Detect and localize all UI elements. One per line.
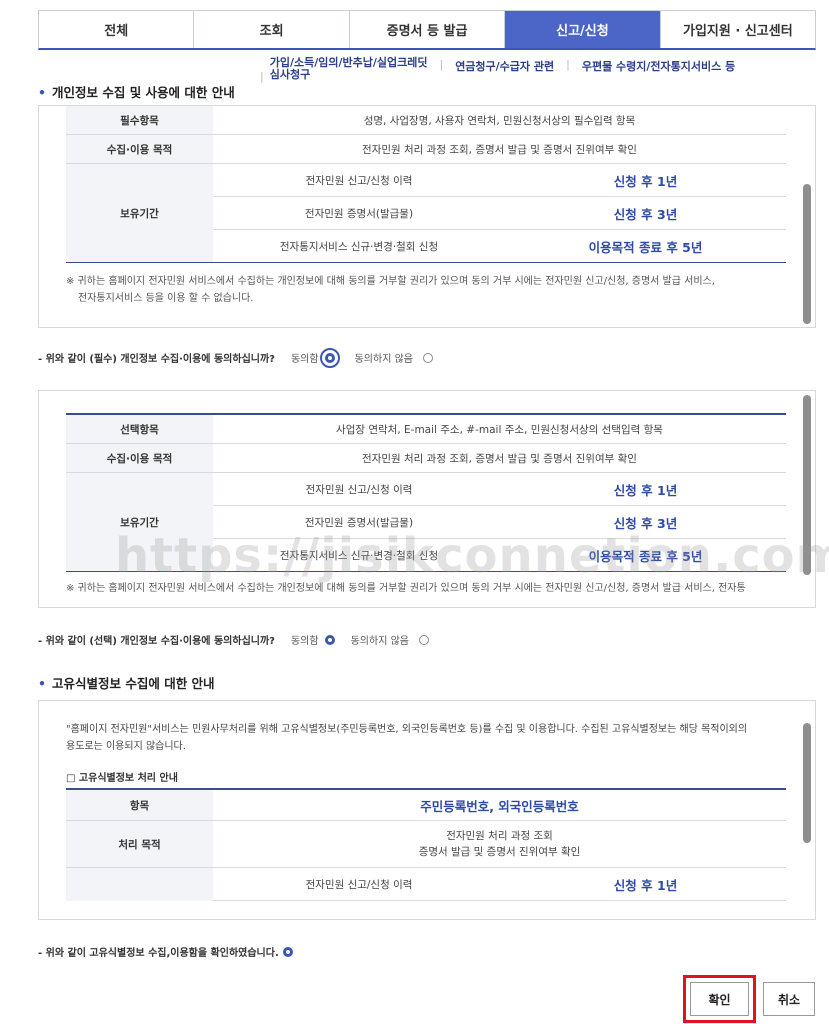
purpose-value: 전자민원 처리 과정 조회 증명서 발급 및 증명서 진위여부 확인 xyxy=(213,820,786,868)
section-title: 개인정보 수집 및 사용에 대한 안내 xyxy=(52,85,235,100)
optional-consent-row: - 위와 같이 (선택) 개인정보 수집·이용에 동의하십니까? 동의함 동의하… xyxy=(38,632,429,647)
cancel-button[interactable]: 취소 xyxy=(763,982,815,1016)
sublink-mail-address[interactable]: 우편물 수령지/전자통지서비스 등 xyxy=(582,58,735,83)
sublink-pension-claim[interactable]: 연금청구/수급자 관련 xyxy=(455,58,554,83)
optional-items-value: 사업장 연락처, E-mail 주소, #-mail 주소, 민원신청서상의 선… xyxy=(213,414,786,444)
disagree-radio[interactable] xyxy=(422,352,433,363)
disagree-label: 동의하지 않음 xyxy=(350,636,409,647)
purpose-header: 처리 목적 xyxy=(66,820,213,868)
retention-header xyxy=(66,867,213,901)
disagree-option[interactable]: 동의하지 않음 xyxy=(351,632,429,647)
watermark: https://jisikconnetion.com/ xyxy=(115,528,829,584)
required-items-header: 필수항목 xyxy=(66,106,213,135)
scrollbar-thumb[interactable] xyxy=(803,723,811,843)
purpose-header: 수집·이용 목적 xyxy=(66,443,213,473)
confirm-button[interactable]: 확인 xyxy=(690,982,749,1016)
unique-id-box[interactable]: "홈페이지 전자민원"서비스는 민원사무처리를 위해 고유식별정보(주민등록번호… xyxy=(38,700,816,920)
retention-period: 신청 후 1년 xyxy=(505,472,786,506)
retention-desc: 전자민원 증명서(발급물) xyxy=(213,196,505,230)
agree-option[interactable]: 동의함 xyxy=(290,347,340,368)
consent-question: - 위와 같이 (필수) 개인정보 수집·이용에 동의하십니까? xyxy=(38,354,275,365)
divider: | xyxy=(439,58,444,71)
unique-id-intro: "홈페이지 전자민원"서비스는 민원사무처리를 위해 고유식별정보(주민등록번호… xyxy=(66,721,815,755)
sublink-enrollment-line2: 심사청구 xyxy=(269,68,311,81)
top-tab-bar: 전체 조회 증명서 등 발급 신고/신청 가입지원 · 신고센터 xyxy=(38,10,816,50)
unique-id-confirm-row: - 위와 같이 고유식별정보 수집,이용함을 확인하였습니다. xyxy=(38,944,293,959)
agree-label: 동의함 xyxy=(290,636,319,647)
sublink-enrollment[interactable]: | 가입/소득/임의/반추납/실업크레딧 심사청구 xyxy=(260,56,428,83)
purpose-line: 전자민원 처리 과정 조회 xyxy=(446,830,553,842)
retention-header: 보유기간 xyxy=(66,163,213,263)
intro-line: "홈페이지 전자민원"서비스는 민원사무처리를 위해 고유식별정보(주민등록번호… xyxy=(66,724,748,735)
purpose-line: 증명서 발급 및 증명서 진위여부 확인 xyxy=(418,846,581,858)
agree-radio[interactable] xyxy=(319,347,340,368)
purpose-value: 전자민원 처리 과정 조회, 증명서 발급 및 증명서 진위여부 확인 xyxy=(213,443,786,473)
tab-inquiry[interactable]: 조회 xyxy=(194,11,350,48)
optional-items-header: 선택항목 xyxy=(66,414,213,444)
disagree-label: 동의하지 않음 xyxy=(354,354,413,365)
section-heading-unique-id: • 고유식별정보 수집에 대한 안내 xyxy=(38,673,215,692)
notice-line: ※ 귀하는 홈페이지 전자민원 서비스에서 수집하는 개인정보에 대해 동의를 … xyxy=(66,276,715,287)
section-heading-personal-info: • 개인정보 수집 및 사용에 대한 안내 xyxy=(38,82,235,101)
retention-period: 이용목적 종료 후 5년 xyxy=(505,229,786,263)
retention-desc: 전자민원 신고/신청 이력 xyxy=(213,867,505,901)
retention-period: 신청 후 1년 xyxy=(505,867,786,901)
scrollbar-thumb[interactable] xyxy=(803,184,811,324)
confirm-question: - 위와 같이 고유식별정보 수집,이용함을 확인하였습니다. xyxy=(38,948,279,959)
bullet-icon: • xyxy=(38,676,46,691)
purpose-value: 전자민원 처리 과정 조회, 증명서 발급 및 증명서 진위여부 확인 xyxy=(213,134,786,164)
retention-desc: 전자통지서비스 신규·변경·철회 신청 xyxy=(213,229,505,263)
retention-period: 신청 후 1년 xyxy=(505,163,786,197)
tab-support-center[interactable]: 가입지원 · 신고센터 xyxy=(660,11,816,48)
required-notice: ※ 귀하는 홈페이지 전자민원 서비스에서 수집하는 개인정보에 대해 동의를 … xyxy=(66,273,815,307)
required-items-value: 성명, 사업장명, 사용자 연락처, 민원신청서상의 필수입력 항목 xyxy=(213,106,786,135)
agree-radio[interactable] xyxy=(324,634,335,645)
retention-period: 신청 후 3년 xyxy=(505,196,786,230)
item-header: 항목 xyxy=(66,789,213,821)
tab-certificates[interactable]: 증명서 등 발급 xyxy=(349,11,506,48)
unique-id-subheading: □ 고유식별정보 처리 안내 xyxy=(66,773,178,784)
item-value: 주민등록번호, 외국인등록번호 xyxy=(213,789,786,821)
retention-desc: 전자민원 신고/신청 이력 xyxy=(213,163,505,197)
required-consent-row: - 위와 같이 (필수) 개인정보 수집·이용에 동의하십니까? 동의함 동의하… xyxy=(38,347,433,368)
sublink-enrollment-line1: 가입/소득/임의/반추납/실업크레딧 xyxy=(269,56,428,69)
required-info-box[interactable]: 필수항목 성명, 사업장명, 사용자 연락처, 민원신청서상의 필수입력 항목 … xyxy=(38,105,816,328)
divider: | xyxy=(566,58,570,71)
retention-desc: 전자민원 신고/신청 이력 xyxy=(213,472,505,506)
confirm-radio[interactable] xyxy=(282,946,293,957)
disagree-option[interactable]: 동의하지 않음 xyxy=(355,350,433,365)
agree-option[interactable]: 동의함 xyxy=(291,632,335,647)
section-title: 고유식별정보 수집에 대한 안내 xyxy=(52,676,215,691)
purpose-header: 수집·이용 목적 xyxy=(66,134,213,164)
sub-navigation: | 가입/소득/임의/반추납/실업크레딧 심사청구 | 연금청구/수급자 관련 … xyxy=(260,56,735,83)
tab-all[interactable]: 전체 xyxy=(39,11,195,48)
bullet-icon: • xyxy=(38,85,46,100)
notice-line: 전자통지서비스 등을 이용 할 수 없습니다. xyxy=(78,293,254,304)
unique-id-table: 항목 주민등록번호, 외국인등록번호 처리 목적 전자민원 처리 과정 조회 증… xyxy=(66,788,786,901)
consent-question: - 위와 같이 (선택) 개인정보 수집·이용에 동의하십니까? xyxy=(38,636,275,647)
tab-report-apply[interactable]: 신고/신청 xyxy=(505,11,661,48)
required-info-table: 필수항목 성명, 사업장명, 사용자 연락처, 민원신청서상의 필수입력 항목 … xyxy=(66,106,786,263)
intro-line: 용도로는 이용되지 않습니다. xyxy=(66,741,186,752)
agree-label: 동의함 xyxy=(290,354,319,365)
disagree-radio[interactable] xyxy=(418,634,429,645)
